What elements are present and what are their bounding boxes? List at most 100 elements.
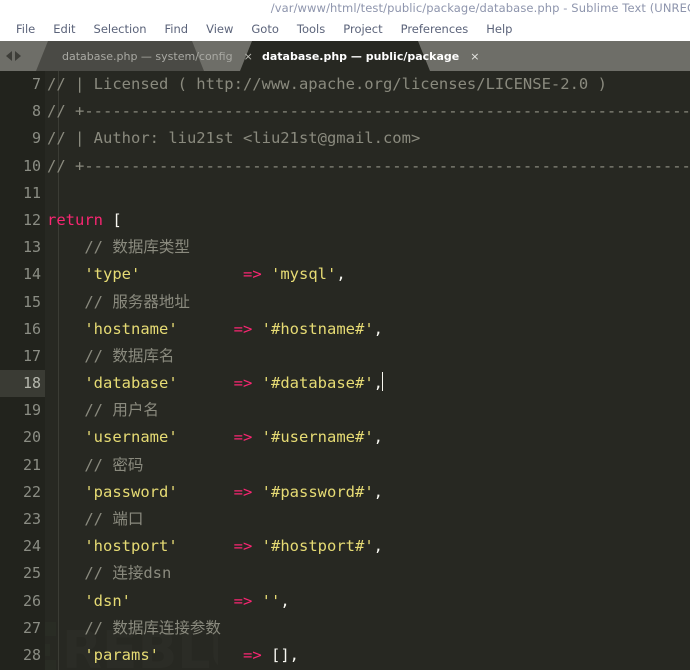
code-line[interactable]: 8// +-----------------------------------… [0, 98, 690, 125]
token-string: 'password' [47, 483, 178, 501]
code-line[interactable]: 14 'type' => 'mysql', [0, 261, 690, 288]
code-line[interactable]: 7 // | Licensed ( http://www.apache.org/l… [0, 71, 690, 98]
menu-item-preferences[interactable]: Preferences [392, 17, 478, 41]
token-comment: // | Licensed ( http://www.apache.org/li… [47, 75, 607, 93]
line-content[interactable]: 'params' => [], [47, 642, 299, 669]
line-content[interactable]: // 数据库名 [47, 343, 174, 370]
line-content[interactable]: // 端口 [47, 506, 143, 533]
line-content[interactable]: 'type' => 'mysql', [47, 261, 346, 288]
line-number: 14 [0, 261, 41, 288]
menu-item-tools[interactable]: Tools [288, 17, 334, 41]
line-content[interactable]: 'database' => '#database#', [47, 370, 383, 397]
code-line[interactable]: 27 // 数据库连接参数 [0, 615, 690, 642]
token-plain [159, 646, 243, 664]
token-plain [252, 537, 261, 555]
token-comment: // +------------------------------------… [47, 157, 690, 175]
token-comment: // | Author: liu21st <liu21st@gmail.com> [47, 129, 420, 147]
line-content[interactable]: // | Licensed ( http://www.apache.org/li… [47, 71, 607, 98]
menu-item-help[interactable]: Help [477, 17, 521, 41]
line-content[interactable]: // 数据库类型 [47, 234, 190, 261]
token-plain: , [374, 428, 383, 446]
code-line[interactable]: 24 'hostport' => '#hostport#', [0, 533, 690, 560]
code-editor[interactable]: REBLUE 7// | Licensed ( http://www.apach… [0, 71, 690, 670]
code-line[interactable]: 28 'params' => [], [0, 642, 690, 669]
token-op: => [234, 320, 253, 338]
tab-nav-arrows[interactable] [6, 47, 40, 65]
line-content[interactable]: // 连接dsn [47, 560, 171, 587]
code-line[interactable]: 10// +----------------------------------… [0, 153, 690, 180]
line-content[interactable]: 'dsn' => '', [47, 588, 290, 615]
menu-item-view[interactable]: View [197, 17, 242, 41]
tab-database-php-public-package[interactable]: database.php — public/package × [240, 41, 430, 71]
token-plain [252, 483, 261, 501]
token-op: => [234, 592, 253, 610]
token-plain [131, 592, 234, 610]
menu-item-edit[interactable]: Edit [44, 17, 84, 41]
line-number: 20 [0, 424, 41, 451]
token-comment: // 用户名 [47, 401, 159, 419]
code-lines[interactable]: 7 // | Licensed ( http://www.apache.org/l… [0, 71, 690, 670]
token-comment: // 数据库名 [47, 347, 174, 365]
triangle-right-icon[interactable] [15, 51, 21, 61]
code-line[interactable]: 12return [ [0, 207, 690, 234]
menu-item-goto[interactable]: Goto [242, 17, 288, 41]
code-line[interactable]: 23 // 端口 [0, 506, 690, 533]
line-content[interactable]: // 密码 [47, 452, 143, 479]
line-number: 15 [0, 289, 41, 316]
token-string: 'dsn' [47, 592, 131, 610]
code-line[interactable]: 22 'password' => '#password#', [0, 479, 690, 506]
line-content[interactable]: // 数据库连接参数 [47, 615, 221, 642]
line-content[interactable]: // 服务器地址 [47, 289, 190, 316]
token-comment: // 服务器地址 [47, 293, 190, 311]
line-content[interactable]: // | Author: liu21st <liu21st@gmail.com> [47, 125, 420, 152]
token-string: 'hostname' [47, 320, 178, 338]
code-line[interactable]: 16 'hostname' => '#hostname#', [0, 316, 690, 343]
token-plain [178, 428, 234, 446]
line-number: 7 [0, 71, 41, 98]
line-content[interactable]: // +------------------------------------… [47, 98, 690, 125]
line-number: 17 [0, 343, 41, 370]
line-content[interactable]: return [ [47, 207, 122, 234]
line-content[interactable]: 'hostname' => '#hostname#', [47, 316, 383, 343]
line-content[interactable]: 'hostport' => '#hostport#', [47, 533, 383, 560]
code-line[interactable]: 20 'username' => '#username#', [0, 424, 690, 451]
triangle-left-icon[interactable] [6, 51, 12, 61]
code-line[interactable]: 13 // 数据库类型 [0, 234, 690, 261]
token-op: => [234, 483, 253, 501]
line-content[interactable]: 'password' => '#password#', [47, 479, 383, 506]
token-string: 'database' [47, 374, 178, 392]
line-content[interactable]: // +------------------------------------… [47, 153, 690, 180]
menu-item-find[interactable]: Find [156, 17, 198, 41]
code-line[interactable]: 15 // 服务器地址 [0, 289, 690, 316]
code-line[interactable]: 11 [0, 180, 690, 207]
code-line[interactable]: 21 // 密码 [0, 452, 690, 479]
token-op: => [243, 265, 262, 283]
line-number: 9 [0, 125, 41, 152]
code-line[interactable]: 17 // 数据库名 [0, 343, 690, 370]
code-line[interactable]: 18 'database' => '#database#', [0, 370, 690, 397]
token-string: '#password#' [262, 483, 374, 501]
menu-item-selection[interactable]: Selection [85, 17, 156, 41]
token-plain: [ [103, 211, 122, 229]
token-op: => [234, 537, 253, 555]
line-content[interactable]: // 用户名 [47, 397, 159, 424]
menu-item-file[interactable]: File [7, 17, 44, 41]
line-number: 11 [0, 180, 41, 207]
close-icon[interactable]: × [470, 50, 479, 63]
code-line[interactable]: 25 // 连接dsn [0, 560, 690, 587]
tab-label: database.php — system/config [62, 50, 233, 63]
code-line[interactable]: 26 'dsn' => '', [0, 588, 690, 615]
token-string: 'hostport' [47, 537, 178, 555]
close-icon[interactable]: × [244, 50, 253, 63]
menu-item-project[interactable]: Project [334, 17, 391, 41]
token-string: '#hostport#' [262, 537, 374, 555]
token-string: '#username#' [262, 428, 374, 446]
token-string: 'username' [47, 428, 178, 446]
code-line[interactable]: 19 // 用户名 [0, 397, 690, 424]
code-line[interactable]: 9 // | Author: liu21st <liu21st@gmail.com… [0, 125, 690, 152]
tab-database-php-system-config[interactable]: database.php — system/config × [36, 41, 204, 71]
token-plain [252, 592, 261, 610]
line-content[interactable]: 'username' => '#username#', [47, 424, 383, 451]
token-string: 'params' [47, 646, 159, 664]
token-comment: // 端口 [47, 510, 143, 528]
